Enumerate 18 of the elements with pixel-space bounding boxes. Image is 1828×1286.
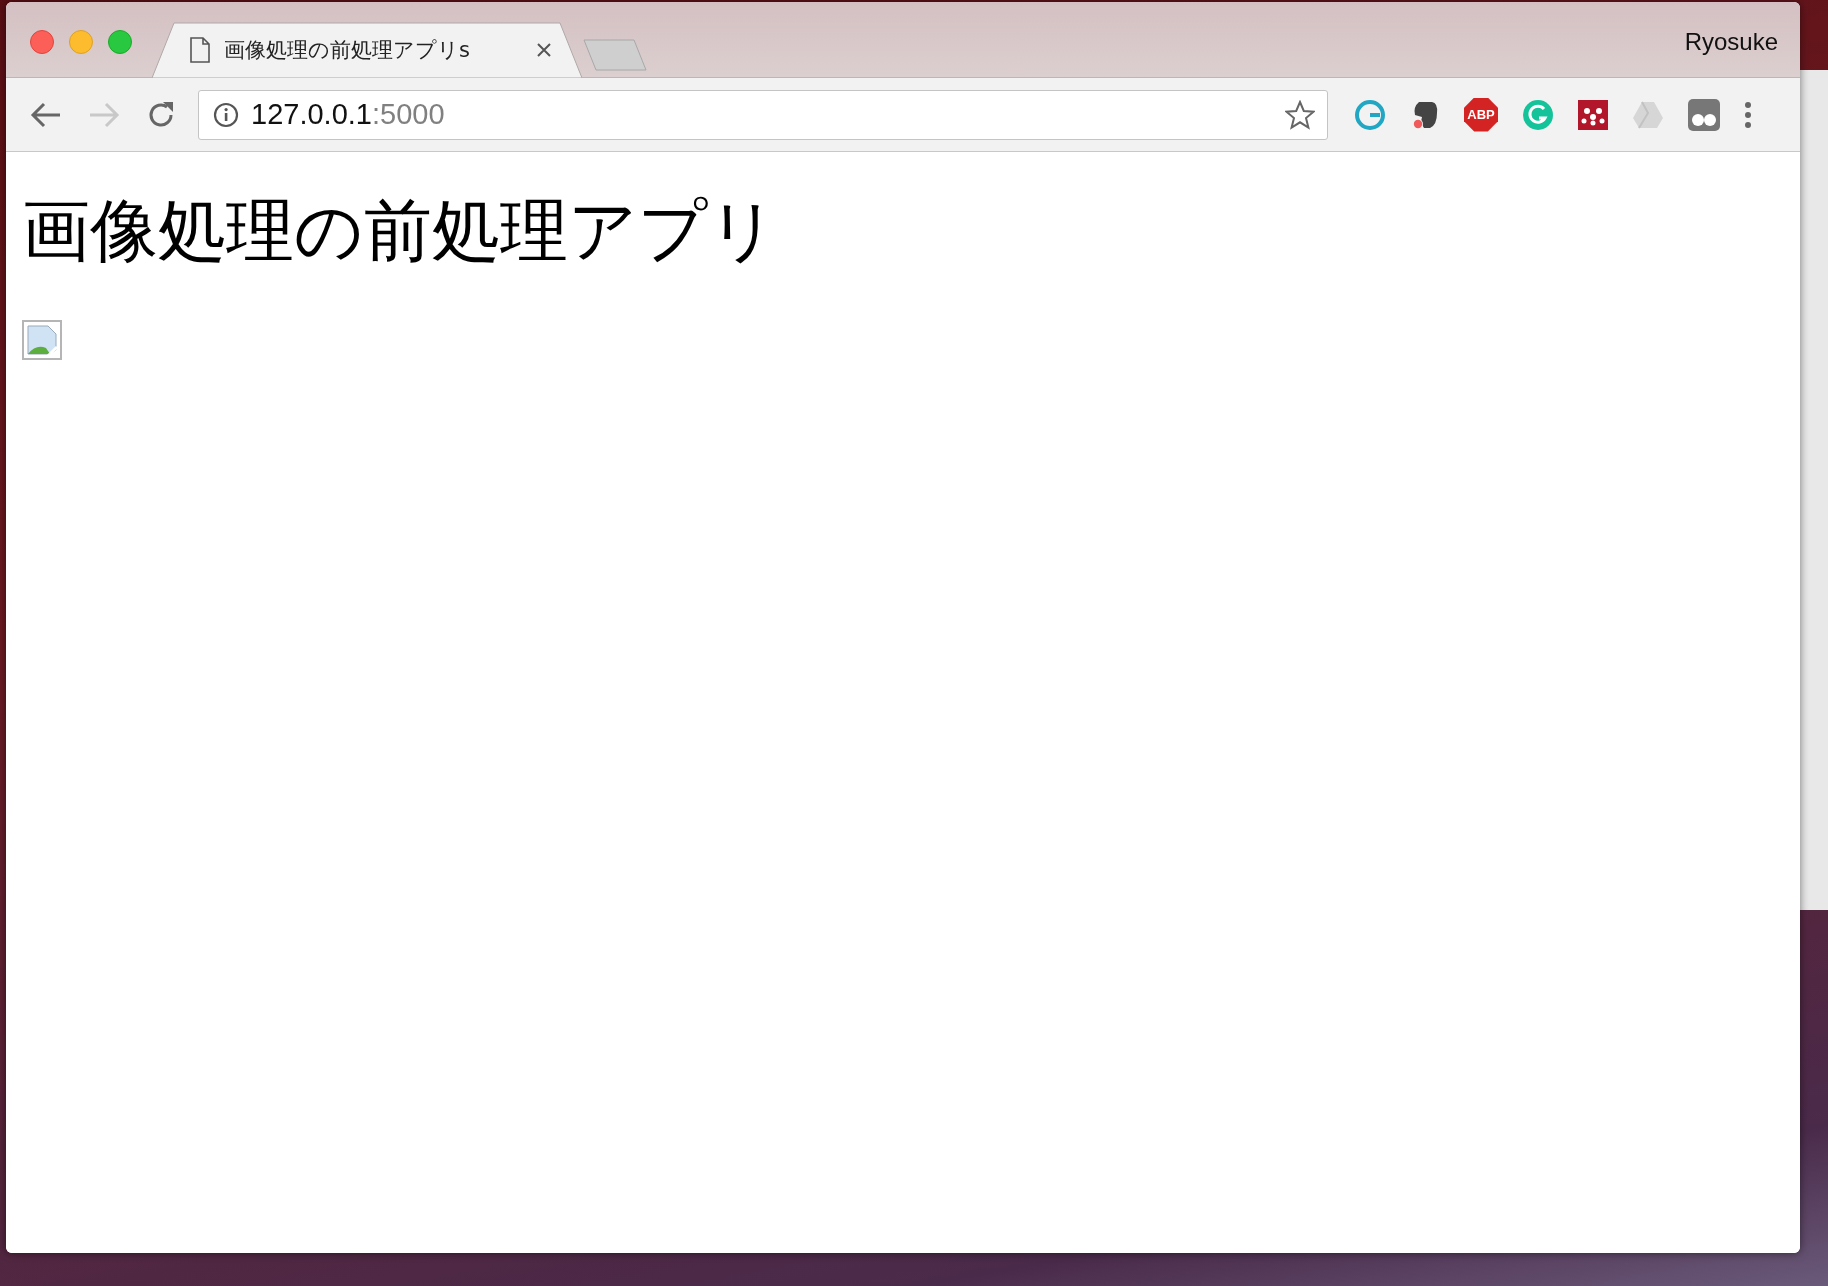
g-ring-icon[interactable] — [1354, 98, 1386, 131]
close-tab-icon[interactable] — [536, 42, 552, 58]
tab-title: 画像処理の前処理アプリs — [224, 37, 471, 64]
url-text: 127.0.0.1:5000 — [251, 98, 446, 131]
document-icon — [190, 37, 210, 63]
profile-name[interactable]: Ryosuke — [1684, 28, 1778, 56]
adblock-button[interactable]: ABP — [1464, 97, 1498, 132]
back-arrow-icon[interactable] — [30, 100, 62, 129]
address-bar[interactable]: 127.0.0.1:5000 — [198, 89, 1328, 140]
browser-tab[interactable]: 画像処理の前処理アプリs — [152, 22, 582, 78]
glasses-icon[interactable] — [1688, 98, 1720, 131]
page-heading: 画像処理の前処理アプリ — [22, 191, 778, 270]
g-circle-icon[interactable] — [1522, 98, 1554, 131]
network-dots-icon[interactable] — [1578, 99, 1608, 130]
menu-icon[interactable] — [1744, 100, 1752, 129]
close-window-button[interactable] — [30, 30, 54, 54]
info-icon[interactable] — [213, 101, 239, 128]
star-icon[interactable] — [1285, 99, 1315, 130]
